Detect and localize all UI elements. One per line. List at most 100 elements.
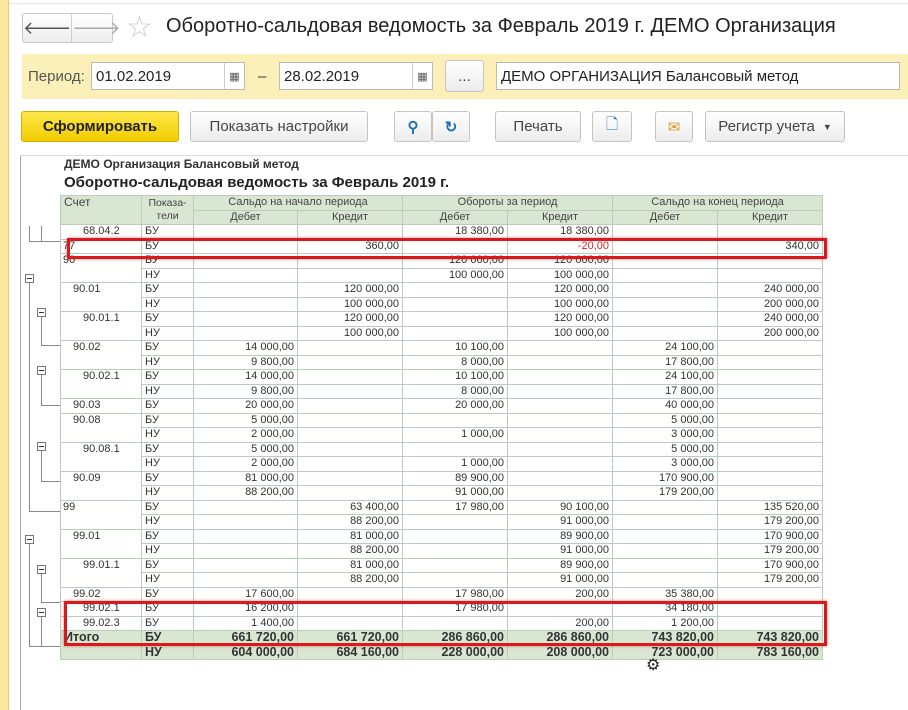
end-debit-cell[interactable] xyxy=(612,557,718,573)
start-debit-cell[interactable]: 81 000,00 xyxy=(193,470,298,486)
turnover-debit-cell[interactable] xyxy=(402,282,508,298)
start-debit-cell[interactable]: 9 800,00 xyxy=(193,383,298,399)
end-debit-cell[interactable] xyxy=(612,528,718,544)
table-row[interactable]: НУ 88 200,00 91 000,00 179 200,00 xyxy=(61,543,823,559)
end-credit-cell[interactable]: 170 900,00 xyxy=(717,557,823,573)
end-debit-cell[interactable] xyxy=(612,282,718,298)
end-credit-cell[interactable] xyxy=(717,412,823,428)
table-row[interactable]: 99 БУ 63 400,00 17 980,00 90 100,00 135 520,0… xyxy=(60,499,823,530)
organization-input[interactable]: ДЕМО ОРГАНИЗАЦИЯ Балансовый метод xyxy=(496,62,900,90)
table-row[interactable]: НУ 88 200,00 91 000,00 179 200,00 xyxy=(61,485,823,501)
calendar-icon[interactable]: ▦ xyxy=(224,63,244,89)
start-debit-cell[interactable]: 17 600,00 xyxy=(193,586,298,602)
turnover-debit-cell[interactable]: 18 380,00 xyxy=(402,224,508,240)
turnover-debit-cell[interactable] xyxy=(402,572,508,588)
start-credit-cell[interactable]: 120 000,00 xyxy=(297,282,403,298)
start-debit-cell[interactable] xyxy=(193,282,298,298)
start-debit-cell[interactable] xyxy=(193,572,298,588)
end-credit-cell[interactable] xyxy=(717,456,823,472)
turnover-debit-cell[interactable] xyxy=(402,296,508,312)
turnover-debit-cell[interactable] xyxy=(402,557,508,573)
start-credit-cell[interactable] xyxy=(297,267,403,283)
turnover-debit-cell[interactable]: 100 000,00 xyxy=(402,267,508,283)
end-debit-cell[interactable]: 179 200,00 xyxy=(612,485,718,501)
collapse-minus-icon[interactable] xyxy=(37,366,46,375)
start-debit-cell[interactable]: 9 800,00 xyxy=(193,354,298,370)
start-debit-cell[interactable]: 5 000,00 xyxy=(193,412,298,428)
table-row[interactable]: 68.04.2 БУ 18 380,00 18 380,00 xyxy=(60,224,823,240)
turnover-debit-cell[interactable]: 17 980,00 xyxy=(402,499,508,515)
start-credit-cell[interactable]: 63 400,00 xyxy=(297,499,403,515)
table-row[interactable]: НУ 88 200,00 91 000,00 179 200,00 xyxy=(61,514,823,530)
table-row[interactable]: НУ 88 200,00 91 000,00 179 200,00 xyxy=(61,572,823,588)
start-debit-cell[interactable]: 2 000,00 xyxy=(193,427,298,443)
turnover-debit-cell[interactable]: 10 100,00 xyxy=(402,369,508,385)
start-credit-cell[interactable]: 88 200,00 xyxy=(297,514,403,530)
start-credit-cell[interactable]: 100 000,00 xyxy=(297,325,403,341)
start-credit-cell[interactable]: 100 000,00 xyxy=(297,296,403,312)
start-credit-cell[interactable] xyxy=(297,470,403,486)
turnover-debit-cell[interactable]: 20 000,00 xyxy=(402,398,508,414)
show-settings-button[interactable]: Показать настройки xyxy=(190,111,368,142)
end-debit-cell[interactable] xyxy=(612,572,718,588)
email-envelope-icon[interactable]: ✉ xyxy=(655,111,693,142)
turnover-credit-cell[interactable]: 100 000,00 xyxy=(507,267,613,283)
turnover-debit-cell[interactable]: 17 980,00 xyxy=(402,586,508,602)
turnover-credit-cell[interactable]: 18 380,00 xyxy=(507,224,613,240)
account-cell[interactable]: 90.02.1 xyxy=(60,369,142,399)
collapse-minus-icon[interactable] xyxy=(37,608,46,617)
table-row[interactable]: 90.08 БУ 5 000,00 5 000,00 xyxy=(60,412,823,443)
table-row[interactable]: 90.02.1 БУ 14 000,00 10 100,00 24 100,00 xyxy=(60,369,823,399)
turnover-credit-cell[interactable]: 91 000,00 xyxy=(507,514,613,530)
end-debit-cell[interactable] xyxy=(612,325,718,341)
end-credit-cell[interactable]: 135 520,00 xyxy=(717,499,823,515)
start-credit-cell[interactable] xyxy=(297,427,403,443)
end-debit-cell[interactable]: 17 800,00 xyxy=(612,383,718,399)
end-debit-cell[interactable] xyxy=(612,224,718,240)
end-credit-cell[interactable]: 240 000,00 xyxy=(717,311,823,327)
end-credit-cell[interactable]: 179 200,00 xyxy=(717,543,823,559)
start-debit-cell[interactable]: 2 000,00 xyxy=(193,456,298,472)
end-debit-cell[interactable] xyxy=(612,296,718,312)
end-debit-cell[interactable] xyxy=(612,514,718,530)
account-cell[interactable]: 90.02 xyxy=(60,340,142,370)
start-credit-cell[interactable] xyxy=(297,456,403,472)
table-row[interactable]: 90.02 БУ 14 000,00 10 100,00 24 100,00 xyxy=(60,340,823,370)
table-row[interactable]: 90.01.1 БУ 120 000,00 120 000,00 240 000,00 xyxy=(60,311,823,341)
start-debit-cell[interactable] xyxy=(193,311,298,327)
account-cell[interactable]: 90.08.1 xyxy=(60,441,142,472)
start-credit-cell[interactable]: 88 200,00 xyxy=(297,572,403,588)
start-debit-cell[interactable] xyxy=(193,325,298,341)
end-credit-cell[interactable] xyxy=(717,354,823,370)
turnover-credit-cell[interactable] xyxy=(507,427,613,443)
turnover-credit-cell[interactable] xyxy=(507,470,613,486)
turnover-debit-cell[interactable]: 10 100,00 xyxy=(402,340,508,356)
start-credit-cell[interactable] xyxy=(297,398,403,414)
turnover-credit-cell[interactable]: 89 900,00 xyxy=(507,528,613,544)
account-cell[interactable]: 68.04.2 xyxy=(60,224,142,240)
start-debit-cell[interactable] xyxy=(193,557,298,573)
start-credit-cell[interactable] xyxy=(297,340,403,356)
end-credit-cell[interactable] xyxy=(717,383,823,399)
account-cell[interactable]: 90.09 xyxy=(60,470,142,501)
end-debit-cell[interactable]: 5 000,00 xyxy=(612,441,718,457)
turnover-debit-cell[interactable] xyxy=(402,311,508,327)
turnover-debit-cell[interactable]: 1 000,00 xyxy=(402,427,508,443)
turnover-debit-cell[interactable]: 8 000,00 xyxy=(402,354,508,370)
start-debit-cell[interactable] xyxy=(193,267,298,283)
register-dropdown[interactable]: Регистр учета ▼ xyxy=(705,111,845,142)
table-row[interactable]: НУ 9 800,00 8 000,00 17 800,00 xyxy=(61,383,823,399)
collapse-minus-icon[interactable] xyxy=(25,274,34,283)
turnover-credit-cell[interactable] xyxy=(507,485,613,501)
end-credit-cell[interactable] xyxy=(717,485,823,501)
end-debit-cell[interactable]: 3 000,00 xyxy=(612,427,718,443)
table-row[interactable]: НУ 9 800,00 8 000,00 17 800,00 xyxy=(61,354,823,370)
end-debit-cell[interactable]: 17 800,00 xyxy=(612,354,718,370)
start-debit-cell[interactable]: 14 000,00 xyxy=(193,369,298,385)
turnover-credit-cell[interactable]: 100 000,00 xyxy=(507,296,613,312)
account-cell[interactable]: 90.03 xyxy=(60,398,142,414)
end-debit-cell[interactable]: 24 100,00 xyxy=(612,369,718,385)
account-cell[interactable]: 99.02 xyxy=(60,586,142,602)
end-credit-cell[interactable] xyxy=(717,369,823,385)
end-debit-cell[interactable]: 24 100,00 xyxy=(612,340,718,356)
